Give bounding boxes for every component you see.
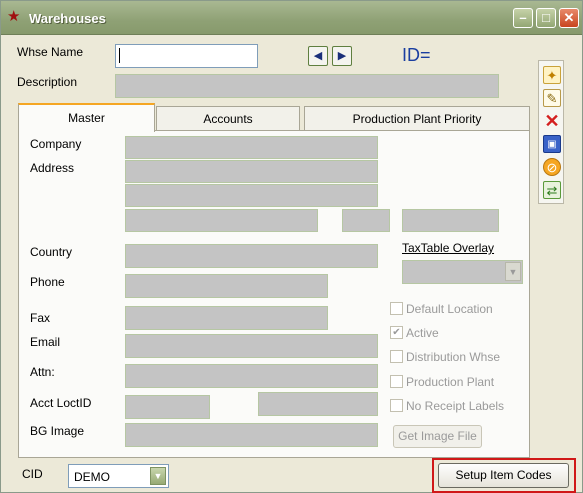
new-icon[interactable]: ✦ [543,66,561,84]
cid-label: CID [22,467,43,481]
whse-name-input[interactable] [115,44,258,68]
production-plant-label: Production Plant [406,375,495,389]
right-arrow-icon: ▶ [337,50,347,62]
city-input[interactable] [125,209,318,232]
chevron-down-icon: ▼ [505,262,521,281]
address-line1-input[interactable] [125,160,378,183]
attn-input[interactable] [125,364,378,388]
side-toolbar: ✦ ✎ ✕ ▣ ⊘ ⇄ [538,60,564,204]
fax-input[interactable] [125,306,328,330]
fax-label: Fax [30,311,51,325]
phone-input[interactable] [125,274,328,298]
bg-image-input[interactable] [125,423,378,447]
tab-accounts[interactable]: Accounts [156,106,300,131]
save-icon[interactable]: ▣ [543,135,561,153]
tax-table-overlay-link[interactable]: TaxTable Overlay [402,241,494,255]
description-label: Description [17,75,78,89]
get-image-file-button[interactable]: Get Image File [393,425,482,448]
attn-label: Attn: [30,365,55,379]
acct-loct-id-label: Acct LoctID [30,396,92,410]
refresh-icon[interactable]: ⇄ [543,181,561,199]
close-button[interactable]: ✕ [559,8,579,28]
close-icon: ✕ [563,10,575,25]
edit-icon[interactable]: ✎ [543,89,561,107]
bg-image-label: BG Image [30,424,85,438]
warehouses-window: ★ Warehouses – □ ✕ Whse Name ◀ ▶ ID= Des… [0,0,583,493]
cid-value: DEMO [74,470,110,484]
zip-input[interactable] [402,209,499,232]
state-input[interactable] [342,209,390,232]
window-title: Warehouses [29,11,106,26]
phone-label: Phone [30,275,65,289]
no-receipt-labels-checkbox[interactable] [390,399,403,412]
delete-icon[interactable]: ✕ [543,112,561,130]
distribution-whse-checkbox[interactable] [390,350,403,363]
tax-table-overlay-dropdown[interactable]: ▼ [402,260,523,284]
app-star-icon: ★ [7,8,21,25]
title-bar: ★ Warehouses – □ ✕ [1,1,582,35]
email-label: Email [30,335,61,349]
no-receipt-labels-label: No Receipt Labels [406,399,505,413]
active-label: Active [406,326,439,340]
description-input[interactable] [115,74,499,98]
country-label: Country [30,245,73,259]
acct-loct-id-input[interactable] [125,395,210,419]
text-cursor [119,48,120,63]
address-line2-input[interactable] [125,184,378,207]
cid-dropdown[interactable]: DEMO ▼ [68,464,169,488]
tab-production-plant-priority[interactable]: Production Plant Priority [304,106,530,131]
acct-loct-id-secondary-input[interactable] [258,392,378,416]
default-location-checkbox[interactable] [390,302,403,315]
tab-master[interactable]: Master [18,103,155,132]
production-plant-checkbox[interactable] [390,375,403,388]
active-checkbox[interactable]: ✔ [390,326,403,339]
maximize-button[interactable]: □ [536,8,556,28]
company-label: Company [30,137,82,151]
checkmark-icon: ✔ [392,327,401,338]
prev-record-button[interactable]: ◀ [308,46,328,66]
distribution-whse-label: Distribution Whse [406,350,501,364]
minimize-button[interactable]: – [513,8,533,28]
minimize-icon: – [519,10,527,25]
country-input[interactable] [125,244,378,268]
setup-item-codes-button[interactable]: Setup Item Codes [438,463,569,488]
cancel-icon[interactable]: ⊘ [543,158,561,176]
left-arrow-icon: ◀ [313,50,323,62]
address-label: Address [30,161,75,175]
email-input[interactable] [125,334,378,358]
default-location-label: Default Location [406,302,493,316]
whse-name-label: Whse Name [17,45,84,59]
id-label: ID= [402,45,431,65]
company-input[interactable] [125,136,378,159]
maximize-icon: □ [542,10,550,25]
chevron-down-icon: ▼ [150,467,166,485]
next-record-button[interactable]: ▶ [332,46,352,66]
